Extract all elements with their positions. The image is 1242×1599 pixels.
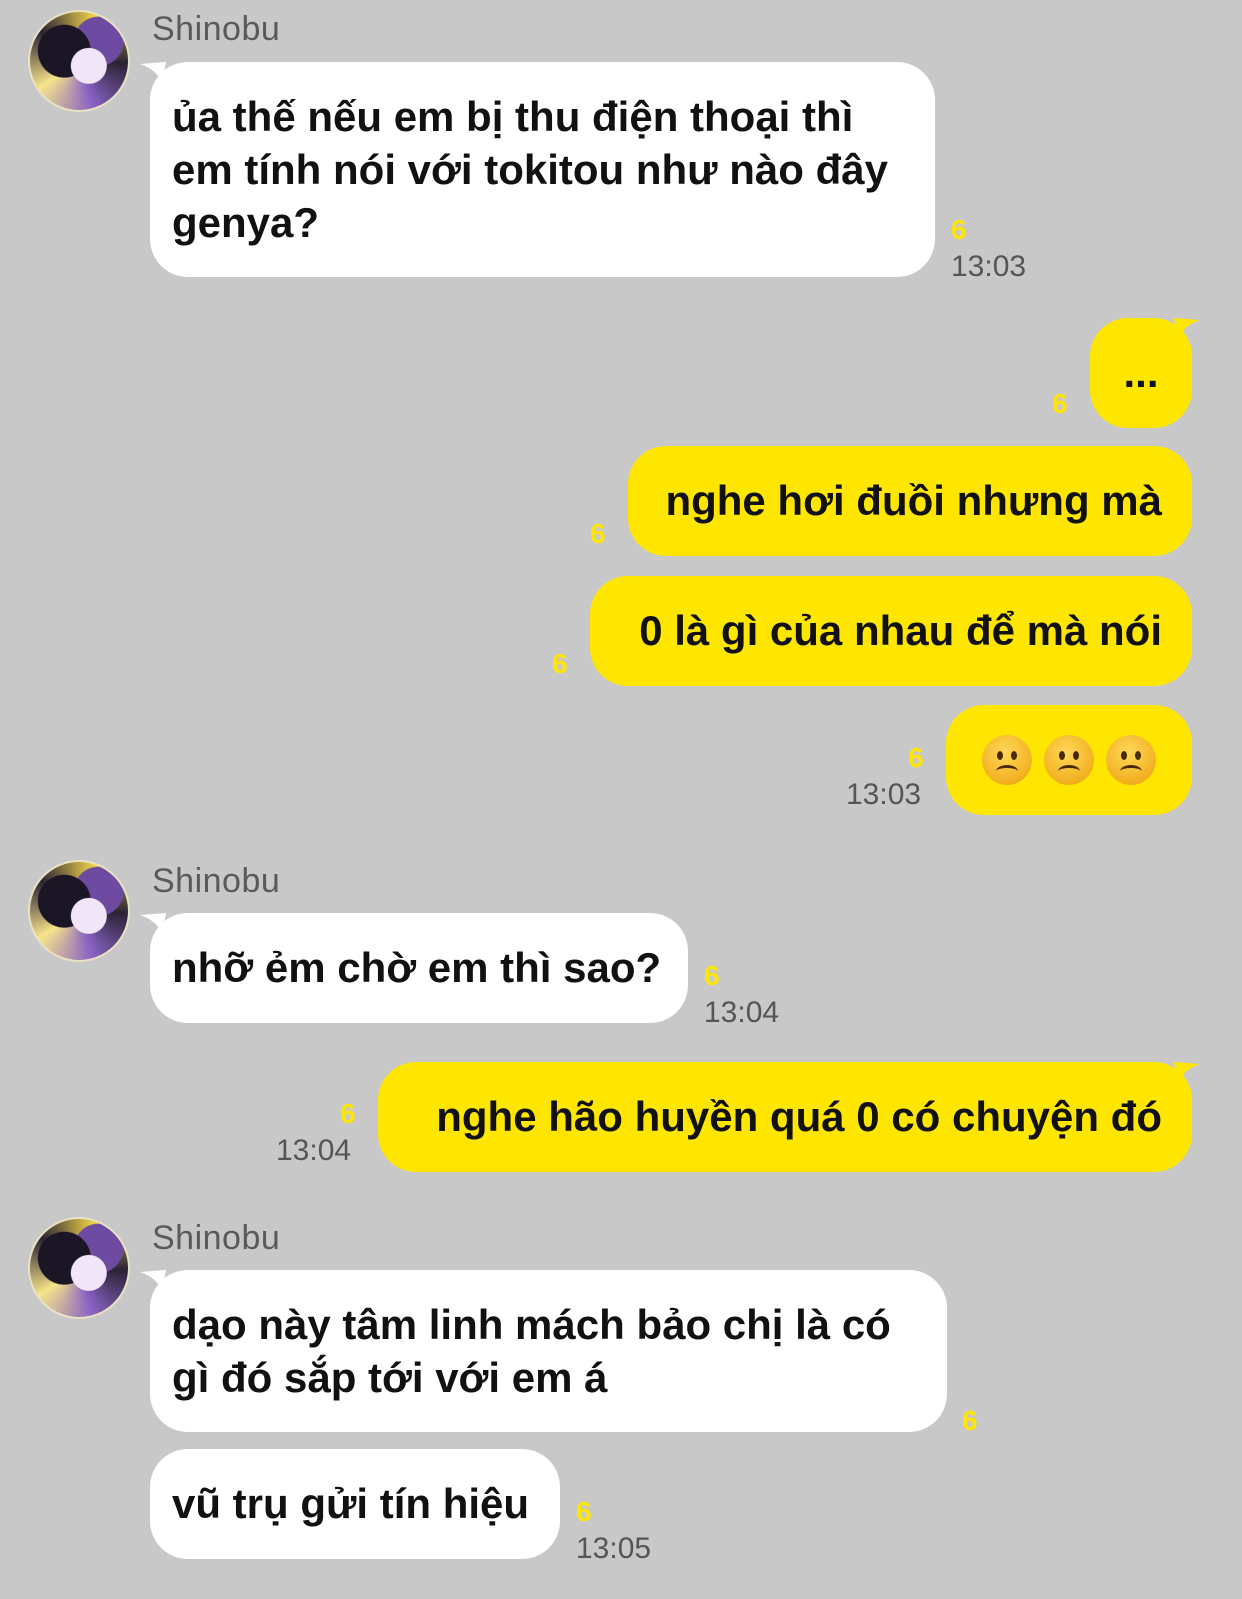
contact-avatar[interactable] (28, 10, 130, 112)
sender-name: Shinobu (152, 1219, 281, 1257)
message-text: nghe hão huyền quá 0 có chuyện đó (436, 1093, 1162, 1140)
message-bubble-incoming[interactable]: nhỡ ẻm chờ em thì sao? (150, 913, 688, 1023)
unread-count: 6 (576, 1496, 592, 1527)
message-bubble-outgoing[interactable]: nghe hão huyền quá 0 có chuyện đó (378, 1062, 1192, 1172)
message-time: 13:03 (951, 250, 1027, 283)
unread-count: 6 (340, 1098, 356, 1129)
unread-count: 6 (962, 1405, 978, 1436)
unread-count: 6 (590, 518, 606, 549)
unread-count: 6 (1052, 388, 1068, 419)
message-text: vũ trụ gửi tín hiệu (172, 1480, 530, 1527)
message-bubble-outgoing[interactable] (946, 705, 1192, 815)
message-time: 13:04 (276, 1134, 352, 1167)
message-text: nhỡ ẻm chờ em thì sao? (172, 944, 662, 991)
emoji-row (966, 705, 1172, 815)
unread-count: 6 (908, 742, 924, 773)
unread-count: 6 (704, 960, 720, 991)
message-bubble-outgoing[interactable]: nghe hơi đuồi nhưng mà (628, 446, 1192, 556)
message-text: nghe hơi đuồi nhưng mà (665, 477, 1162, 524)
message-text: ... (1123, 349, 1159, 396)
message-bubble-outgoing[interactable]: ... (1090, 318, 1192, 428)
contact-avatar[interactable] (28, 1217, 130, 1319)
unread-count: 6 (951, 214, 967, 245)
message-time: 13:04 (704, 996, 780, 1029)
unread-count: 6 (552, 648, 568, 679)
message-text: dạo này tâm linh mách bảo chị là có gì đ… (172, 1301, 891, 1401)
frowning-face-icon (982, 735, 1032, 785)
contact-avatar[interactable] (28, 860, 130, 962)
message-time: 13:03 (846, 778, 922, 811)
frowning-face-icon (1044, 735, 1094, 785)
sender-name: Shinobu (152, 862, 281, 900)
message-text: ủa thế nếu em bị thu điện thoại thì em t… (172, 93, 888, 246)
sender-name: Shinobu (152, 10, 281, 48)
message-bubble-outgoing[interactable]: 0 là gì của nhau để mà nói (590, 576, 1192, 686)
frowning-face-icon (1106, 735, 1156, 785)
message-bubble-incoming[interactable]: vũ trụ gửi tín hiệu (150, 1449, 560, 1559)
chat-thread: Shinobu ủa thế nếu em bị thu điện thoại … (0, 0, 1242, 1599)
message-text: 0 là gì của nhau để mà nói (639, 607, 1162, 654)
message-bubble-incoming[interactable]: ủa thế nếu em bị thu điện thoại thì em t… (150, 62, 935, 277)
message-time: 13:05 (576, 1532, 652, 1565)
message-bubble-incoming[interactable]: dạo này tâm linh mách bảo chị là có gì đ… (150, 1270, 947, 1432)
